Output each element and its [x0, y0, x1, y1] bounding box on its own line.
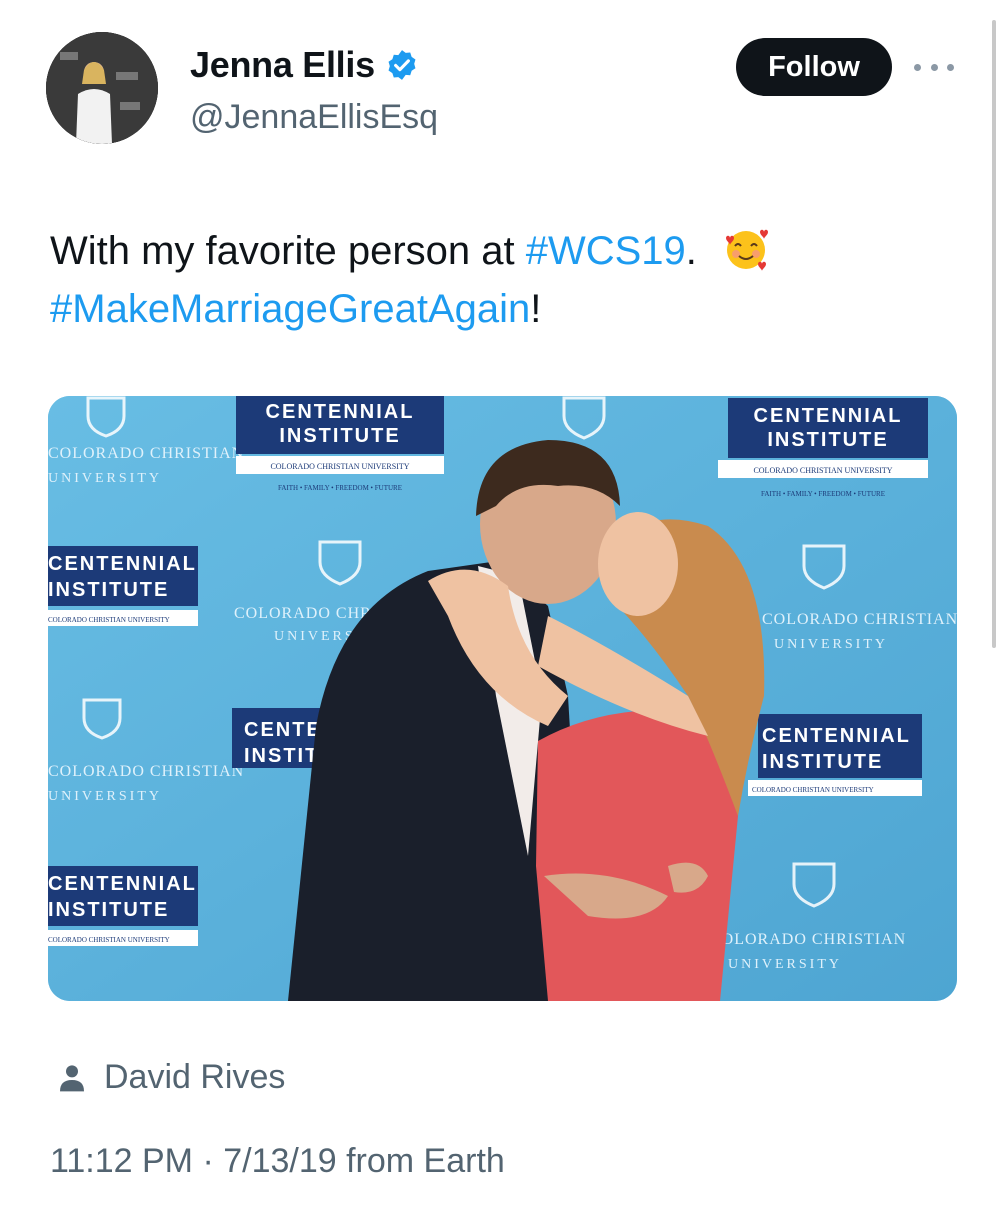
backdrop-text: CENTENNIAL	[754, 405, 903, 427]
tweet-text: With my favorite person at #WCS19. #Make…	[50, 222, 970, 338]
backdrop-text: INSTITUTE	[767, 429, 888, 451]
backdrop-text: CENTENNIAL	[48, 873, 197, 895]
scrollbar[interactable]	[992, 20, 996, 648]
author-handle[interactable]: @JennaEllisEsq	[190, 98, 438, 137]
backdrop-text: UNIVERSITY	[728, 957, 842, 972]
author-name-row[interactable]: Jenna Ellis	[190, 44, 419, 86]
backdrop-text: COLORADO CHRISTIAN UNIVERSITY	[48, 936, 170, 944]
backdrop-text: COLORADO CHRISTIAN UNIVERSITY	[752, 786, 874, 794]
backdrop-text: COLORADO CHRISTIAN	[762, 611, 957, 628]
tweet-text-part: .	[685, 229, 709, 273]
follow-button[interactable]: Follow	[736, 38, 892, 96]
tweet-timestamp[interactable]: 11:12 PM · 7/13/19 from Earth	[50, 1142, 505, 1181]
tweet-text-part: !	[530, 287, 542, 331]
tweet-photo[interactable]: COLORADO CHRISTIAN UNIVERSITY CENTENNIAL…	[48, 396, 957, 1001]
backdrop-text: INSTITUTE	[279, 425, 400, 447]
backdrop-text: FAITH • FAMILY • FREEDOM • FUTURE	[761, 490, 885, 498]
backdrop-text: CENTENNIAL	[48, 553, 197, 575]
backdrop-text: INSTITUTE	[762, 751, 883, 773]
photo-credit[interactable]: David Rives	[56, 1058, 285, 1097]
backdrop-text: CENTENNIAL	[762, 725, 911, 747]
backdrop-text: INSTITUTE	[48, 899, 169, 921]
backdrop-text: UNIVERSITY	[48, 471, 162, 486]
backdrop-text: COLORADO CHRISTIAN UNIVERSITY	[270, 462, 409, 471]
author-name[interactable]: Jenna Ellis	[190, 44, 375, 86]
hashtag-link[interactable]: #WCS19	[526, 229, 686, 273]
backdrop-text: UNIVERSITY	[48, 789, 162, 804]
backdrop-text: INSTITUTE	[48, 579, 169, 601]
photo-credit-name[interactable]: David Rives	[104, 1058, 285, 1097]
backdrop-text: COLORADO CHRISTIAN	[710, 931, 906, 948]
smiling-face-with-hearts-icon	[722, 226, 770, 274]
verified-badge-icon	[385, 48, 419, 82]
tweet-text-part: With my favorite person at	[50, 229, 526, 273]
person-icon	[56, 1062, 88, 1094]
backdrop-text: FAITH • FAMILY • FREEDOM • FUTURE	[278, 484, 402, 492]
avatar[interactable]	[46, 32, 158, 144]
backdrop-text: COLORADO CHRISTIAN UNIVERSITY	[753, 466, 892, 475]
backdrop-text: UNIVERSITY	[774, 637, 888, 652]
hashtag-link[interactable]: #MakeMarriageGreatAgain	[50, 287, 530, 331]
backdrop-text: COLORADO CHRISTIAN	[48, 763, 244, 780]
backdrop-text: CENTENNIAL	[266, 401, 415, 423]
backdrop-text: COLORADO CHRISTIAN	[48, 445, 244, 462]
backdrop-text: COLORADO CHRISTIAN UNIVERSITY	[48, 616, 170, 624]
more-icon[interactable]	[914, 52, 954, 82]
